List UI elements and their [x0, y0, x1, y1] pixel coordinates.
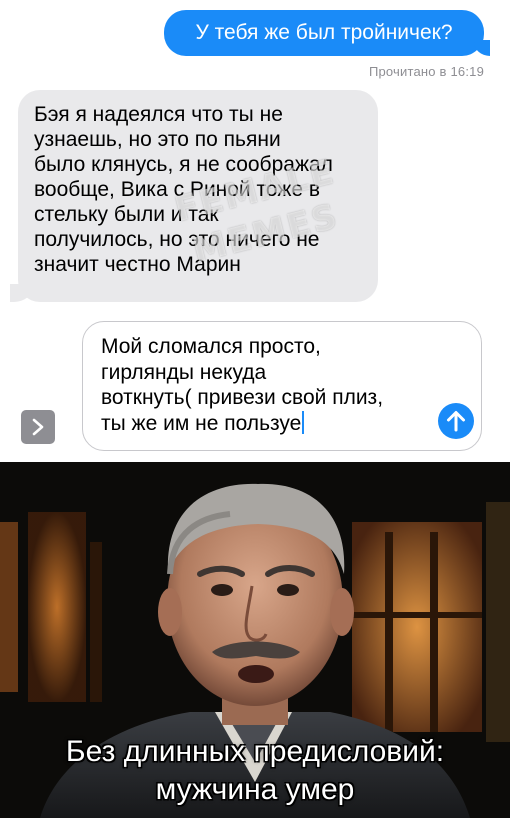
chevron-right-icon [32, 418, 44, 436]
text-cursor [302, 410, 305, 434]
message-input-field[interactable]: Мой сломался просто, гирлянды некуда вот… [82, 321, 482, 451]
meme-caption-line-2: мужчина умер [155, 773, 355, 806]
sent-message-bubble[interactable]: У тебя же был тройничек? [164, 10, 490, 56]
sent-message-text: У тебя же был тройничек? [195, 21, 453, 44]
read-receipt: Прочитано в 16:19 [368, 64, 484, 79]
received-message-text: Бэя я надеялся что ты не узнаешь, но это… [34, 103, 333, 276]
received-message-bubble[interactable]: Бэя я надеялся что ты не узнаешь, но это… [10, 90, 378, 302]
send-button[interactable] [438, 403, 474, 439]
message-input-text[interactable]: Мой сломался просто, гирлянды некуда вот… [101, 334, 431, 436]
expand-apps-button[interactable] [21, 410, 55, 444]
arrow-up-icon [447, 411, 465, 432]
meme-image: Без длинных предисловий: мужчина умер [0, 462, 510, 818]
meme-caption-line-1: Без длинных предисловий: [65, 735, 445, 768]
message-thread: У тебя же был тройничек? Прочитано в 16:… [0, 0, 510, 462]
